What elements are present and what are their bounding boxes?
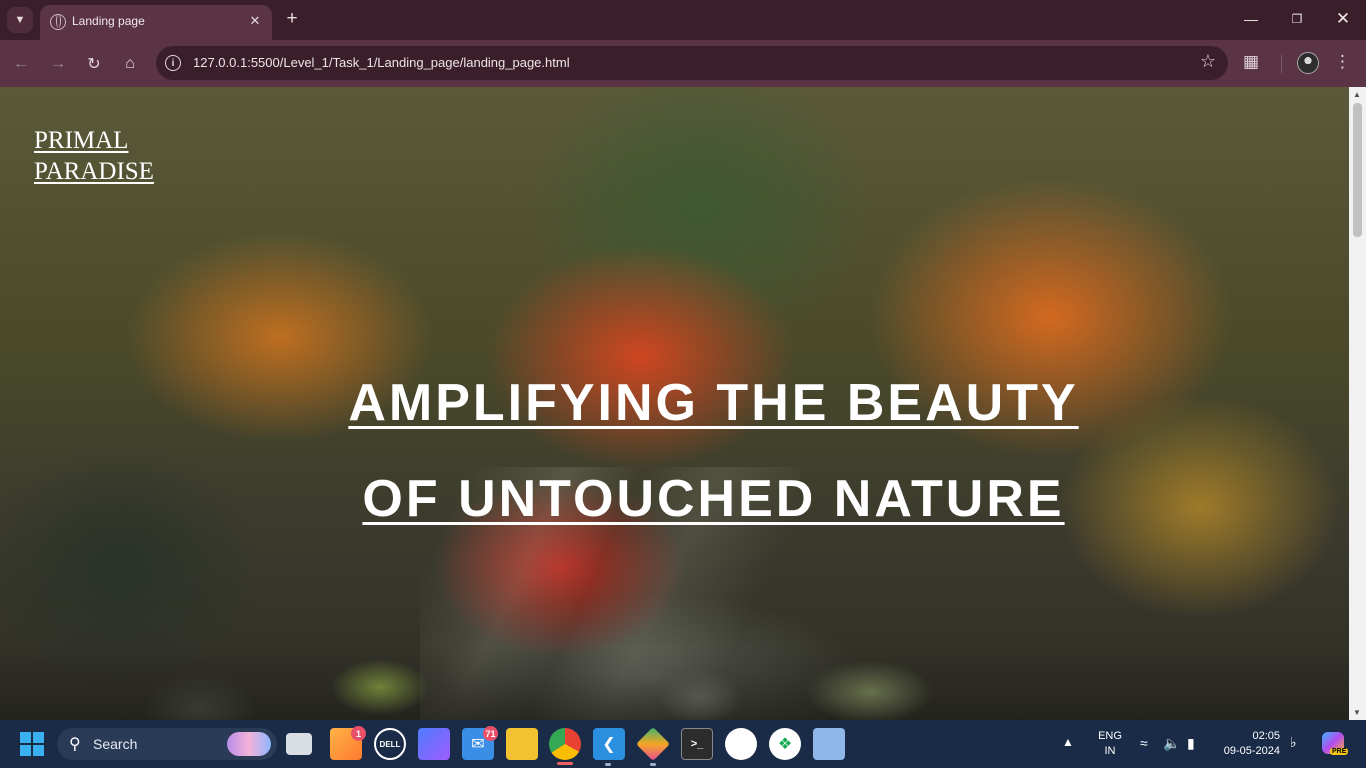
hero-heading: AMPLIFYING THE BEAUTY OF UNTOUCHED NATUR… bbox=[0, 355, 1349, 547]
pre-badge: PRE bbox=[1330, 748, 1349, 755]
taskbar-search[interactable]: ⚲ Search bbox=[57, 728, 277, 760]
brand-logo[interactable]: PRIMAL PARADISE bbox=[34, 125, 154, 187]
task-view-icon[interactable] bbox=[286, 733, 312, 755]
extensions-icon[interactable]: ▦ bbox=[1243, 52, 1259, 72]
window-close-button[interactable]: ✕ bbox=[1320, 0, 1366, 38]
restore-button[interactable]: ❐ bbox=[1274, 0, 1320, 38]
widgets-badge: 1 bbox=[351, 726, 366, 741]
search-highlight-art bbox=[227, 732, 271, 756]
page-viewport: PRIMAL PARADISE AMPLIFYING THE BEAUTY OF… bbox=[0, 87, 1349, 720]
search-icon: ⚲ bbox=[69, 736, 81, 753]
hero-line-1: AMPLIFYING THE BEAUTY bbox=[348, 374, 1079, 432]
tab-landing-page[interactable]: Landing page ✕ bbox=[40, 5, 272, 40]
terminal-icon[interactable]: >_ bbox=[681, 728, 713, 760]
vscode-running-indicator bbox=[605, 763, 611, 766]
chrome-active-indicator bbox=[557, 762, 573, 765]
forward-icon[interactable]: → bbox=[45, 51, 71, 77]
scroll-thumb[interactable] bbox=[1353, 103, 1362, 237]
minimize-button[interactable]: — bbox=[1228, 0, 1274, 38]
reload-icon[interactable]: ↻ bbox=[81, 51, 107, 77]
wifi-icon[interactable]: ≈ bbox=[1140, 735, 1148, 751]
hero-line-2: OF UNTOUCHED NATURE bbox=[362, 470, 1065, 528]
page-scrollbar[interactable]: ▲ ▼ bbox=[1349, 87, 1366, 720]
mail-badge: 71 bbox=[483, 726, 498, 741]
search-label: Search bbox=[93, 736, 138, 752]
brand-line-2: PARADISE bbox=[34, 158, 154, 185]
mongodb-icon[interactable]: ❖ bbox=[769, 728, 801, 760]
monitor-app-icon[interactable] bbox=[813, 728, 845, 760]
volume-icon[interactable]: 🔈 bbox=[1163, 735, 1180, 752]
github-icon[interactable] bbox=[725, 728, 757, 760]
language-indicator[interactable]: ENG IN bbox=[1096, 729, 1124, 759]
background-rocks bbox=[0, 647, 1349, 720]
scroll-down-icon[interactable]: ▼ bbox=[1353, 708, 1361, 717]
dell-icon[interactable]: DELL bbox=[374, 728, 406, 760]
brand-line-1: PRIMAL bbox=[34, 127, 129, 154]
system-clock[interactable]: 02:05 09-05-2024 bbox=[1218, 729, 1280, 759]
star-icon[interactable]: ☆ bbox=[1200, 51, 1216, 72]
plus-icon[interactable]: + bbox=[281, 8, 303, 30]
url-text[interactable]: 127.0.0.1:5500/Level_1/Task_1/Landing_pa… bbox=[193, 55, 570, 70]
info-icon[interactable]: i bbox=[165, 55, 181, 71]
tab-title: Landing page bbox=[72, 14, 145, 28]
globe-icon bbox=[50, 14, 66, 30]
toolbar-divider bbox=[1281, 55, 1282, 73]
vscode-icon[interactable]: ❮ bbox=[593, 728, 625, 760]
back-icon[interactable]: ← bbox=[8, 51, 34, 77]
file-explorer-icon[interactable] bbox=[506, 728, 538, 760]
chevron-up-icon[interactable]: ▲ bbox=[1062, 735, 1074, 749]
scroll-up-icon[interactable]: ▲ bbox=[1353, 90, 1361, 99]
browser-toolbar: ← → ↻ ⌂ i 127.0.0.1:5500/Level_1/Task_1/… bbox=[0, 40, 1366, 87]
battery-icon[interactable]: ▮ bbox=[1187, 735, 1195, 752]
bell-icon[interactable]: ♭ bbox=[1290, 734, 1297, 751]
language-line-2: IN bbox=[1104, 745, 1116, 757]
clock-date: 09-05-2024 bbox=[1223, 745, 1280, 757]
chrome-icon[interactable] bbox=[549, 728, 581, 760]
home-icon[interactable]: ⌂ bbox=[117, 51, 143, 77]
git-client-running-indicator bbox=[650, 763, 656, 766]
address-bar[interactable]: i 127.0.0.1:5500/Level_1/Task_1/Landing_… bbox=[156, 46, 1228, 80]
close-icon[interactable]: ✕ bbox=[246, 12, 264, 30]
mail-icon[interactable]: ✉ 71 bbox=[462, 726, 498, 760]
profile-avatar[interactable] bbox=[1297, 52, 1319, 74]
git-client-icon[interactable] bbox=[636, 727, 670, 761]
clock-time: 02:05 bbox=[1252, 730, 1280, 742]
language-line-1: ENG bbox=[1098, 730, 1122, 742]
copilot-app-icon[interactable] bbox=[418, 728, 450, 760]
browser-tab-bar: ▼ Landing page ✕ + — ❐ ✕ bbox=[0, 0, 1366, 40]
menu-icon[interactable]: ⋮ bbox=[1334, 52, 1351, 72]
widgets-icon[interactable]: 1 bbox=[330, 726, 366, 760]
taskbar: ⚲ Search 1 DELL ✉ 71 ❮ >_ ❖ ▲ ENG IN ≈ 🔈… bbox=[0, 720, 1366, 768]
tab-list-icon[interactable]: ▼ bbox=[7, 7, 33, 33]
windows-start-icon[interactable] bbox=[20, 732, 44, 756]
